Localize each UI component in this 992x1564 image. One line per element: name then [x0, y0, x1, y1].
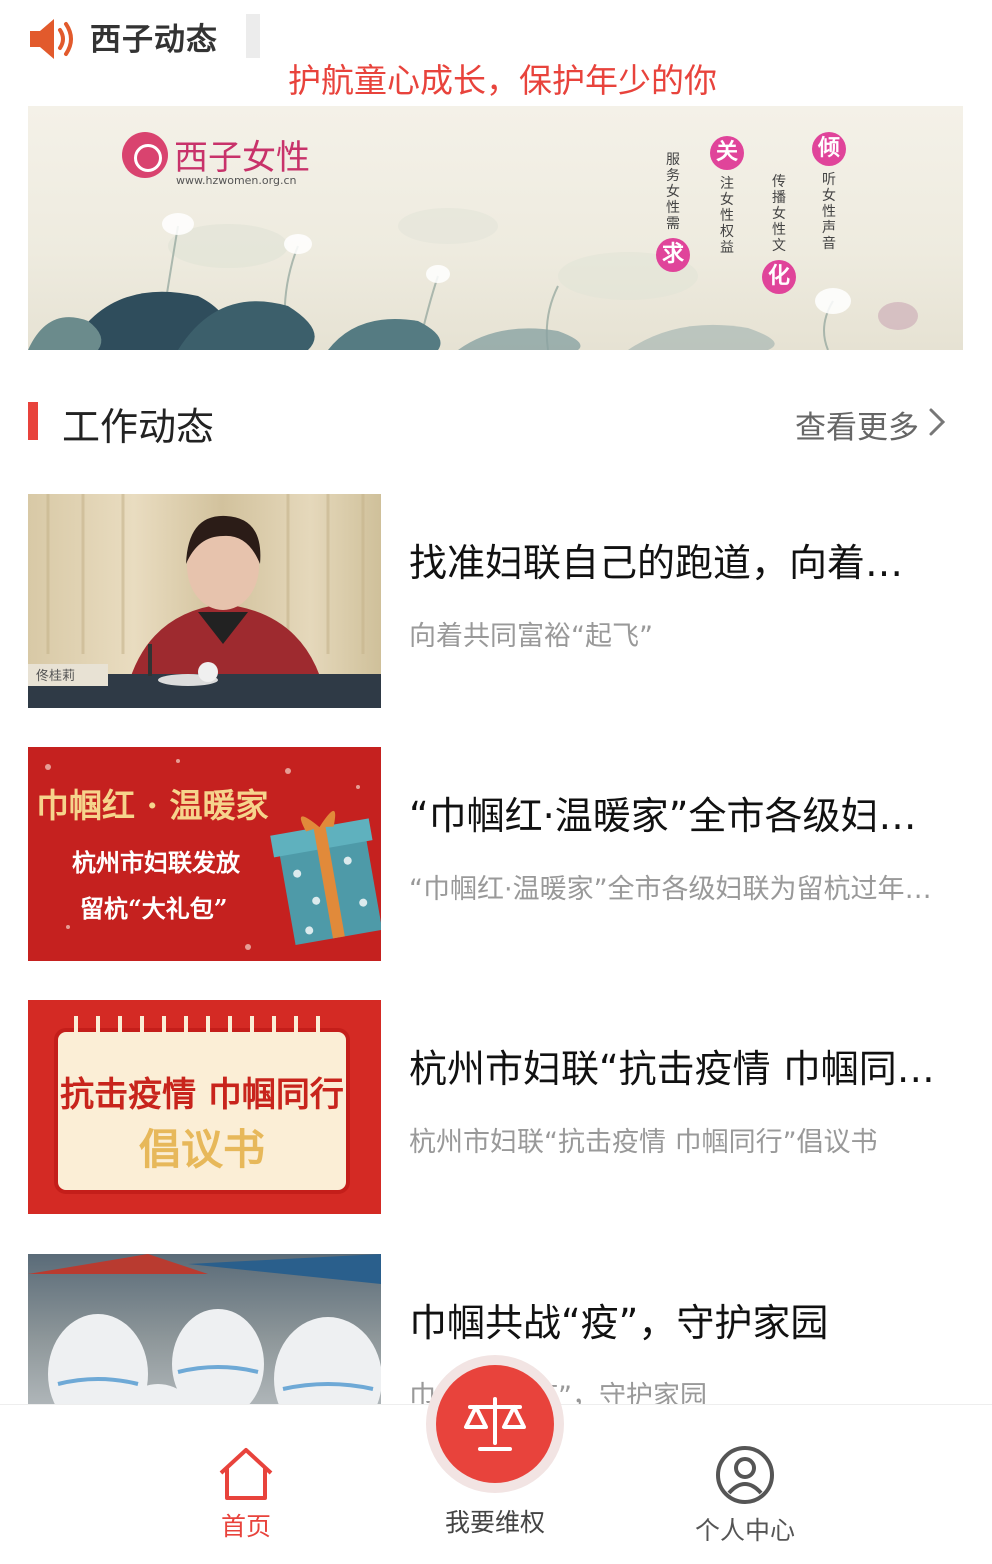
slogan-col: 倾 听女性声音: [812, 132, 846, 252]
ticker-brand: 西子动态: [90, 22, 218, 58]
slogan-badge: 关: [710, 136, 744, 170]
ticker-divider: [246, 14, 260, 58]
logo-mark: [122, 132, 168, 178]
speaker-photo: 佟桂莉: [28, 494, 381, 708]
gift-poster: 巾帼红 · 温暖家 杭州市妇联发放 留杭“大礼包”: [36, 759, 381, 950]
nameplate-caption: 佟桂莉: [36, 668, 75, 684]
bottom-tab-bar: 首页 我要维权 个人中心: [0, 1355, 992, 1564]
rights-fab[interactable]: [426, 1355, 564, 1493]
view-more-link[interactable]: 查看更多: [795, 402, 919, 447]
tab-profile-label: 个人中心: [694, 1516, 795, 1545]
speaker-icon: [30, 19, 73, 59]
poster-line1: 抗击疫情 巾帼同行: [60, 1075, 344, 1115]
slogan-badge: 化: [762, 260, 796, 294]
news-ticker[interactable]: 西子动态 护航童心成长，保护年少的你: [0, 0, 992, 100]
home-icon: [219, 1448, 273, 1500]
slogan-badge: 求: [656, 238, 690, 272]
section-header: 工作动态 查看更多: [28, 392, 963, 452]
section-accent-bar: [28, 402, 38, 440]
news-thumbnail: 佟桂莉: [28, 494, 381, 708]
tab-home[interactable]: 首页: [196, 1405, 296, 1564]
user-icon: [716, 1446, 774, 1504]
tab-profile[interactable]: 个人中心: [680, 1405, 810, 1564]
slogan-col: 关 注女性权益: [710, 136, 744, 256]
scales-icon: [464, 1397, 526, 1451]
poster-line3: 留杭“大礼包”: [80, 894, 228, 923]
slogan-col: 传播女性文 化: [762, 174, 796, 294]
proposal-poster: 抗击疫情 巾帼同行 倡议书: [54, 1016, 350, 1194]
news-title[interactable]: 找准妇联自己的跑道，向着共同富裕“起飞”: [409, 532, 939, 587]
slogan-col: 服务女性需 求: [656, 152, 690, 272]
chevron-right-icon[interactable]: [925, 406, 949, 438]
section-title: 工作动态: [62, 405, 215, 449]
poster-line2: 杭州市妇联发放: [72, 848, 241, 877]
news-item[interactable]: 巾帼红 · 温暖家 杭州市妇联发放 留杭“大礼包” “巾帼红·温暖家”全市各级妇…: [28, 747, 963, 961]
poster-line1: 巾帼红 · 温暖家: [36, 786, 268, 825]
news-item[interactable]: 佟桂莉 找准妇联自己的跑道，向着共同富裕“起飞” 向着共同富裕“起飞”: [28, 494, 963, 708]
slogan-text: 听女性声音: [822, 172, 836, 252]
slogan-text: 传播女性文: [772, 174, 786, 254]
news-summary: 杭州市妇联“抗击疫情 巾帼同行”倡议书: [409, 1127, 878, 1158]
news-summary: “巾帼红·温暖家”全市各级妇联为留杭过年的她们送温暖: [409, 874, 941, 905]
poster-line2: 倡议书: [139, 1125, 265, 1174]
slogan-text: 注女性权益: [720, 176, 734, 256]
news-thumbnail: 抗击疫情 巾帼同行 倡议书: [28, 1000, 381, 1214]
logo-url: www.hzwomen.org.cn: [176, 174, 297, 187]
slogan-text: 服务女性需: [666, 152, 680, 232]
ticker-headline[interactable]: 护航童心成长，保护年少的你: [288, 54, 717, 102]
tab-rights-label: 我要维权: [444, 1508, 545, 1537]
tab-rights[interactable]: 我要维权: [420, 1355, 570, 1564]
slogan-badge: 倾: [812, 132, 846, 166]
news-item[interactable]: 抗击疫情 巾帼同行 倡议书 杭州市妇联“抗击疫情 巾帼同行”倡议书 杭州市妇联“…: [28, 1000, 963, 1214]
news-title[interactable]: 杭州市妇联“抗击疫情 巾帼同行”倡议书: [409, 1038, 939, 1093]
banner[interactable]: 西子女性 www.hzwomen.org.cn 倾 听女性声音 传播女性文 化 …: [28, 106, 963, 350]
logo-text: 西子女性: [174, 138, 310, 178]
news-thumbnail: 巾帼红 · 温暖家 杭州市妇联发放 留杭“大礼包”: [28, 747, 381, 961]
news-summary: 向着共同富裕“起飞”: [409, 621, 653, 652]
tab-home-label: 首页: [220, 1512, 271, 1541]
news-title[interactable]: 巾帼共战“疫”，守护家园: [409, 1292, 939, 1347]
news-title[interactable]: “巾帼红·温暖家”全市各级妇联为留杭过年的她们送温暖: [409, 785, 939, 840]
